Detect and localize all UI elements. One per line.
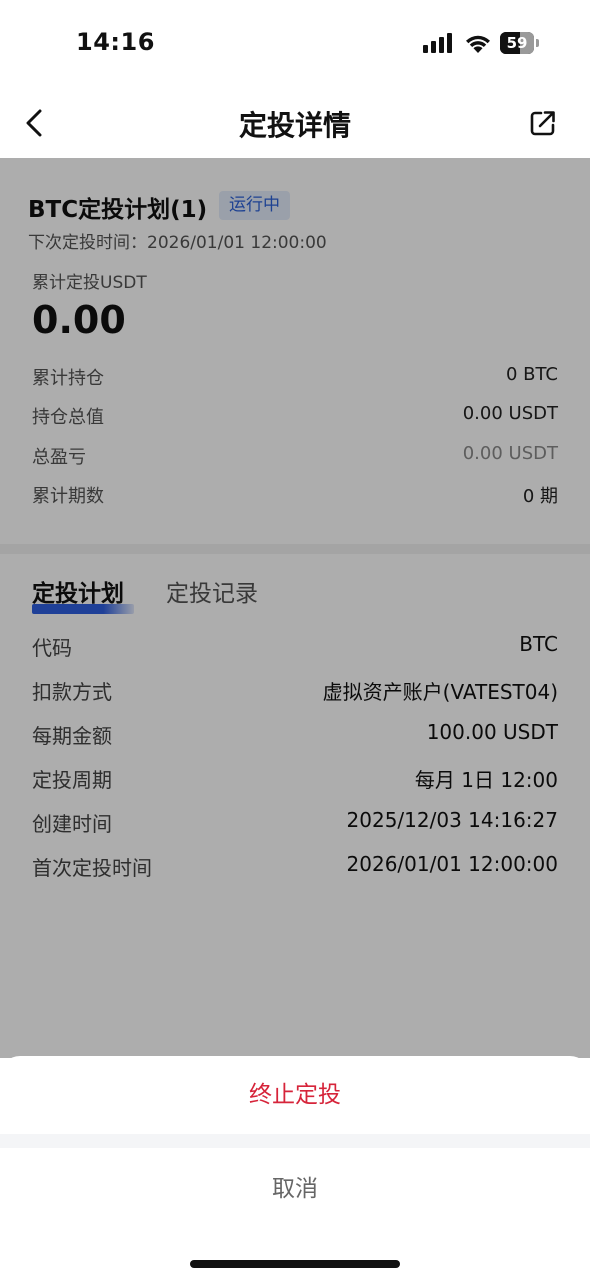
page-title: 定投详情 <box>238 109 351 142</box>
battery-percent: 59 <box>506 34 528 52</box>
cancel-button[interactable]: 取消 <box>0 1148 590 1230</box>
share-icon[interactable] <box>528 108 558 138</box>
cellular-signal-icon <box>423 33 452 53</box>
battery-nub <box>536 39 539 47</box>
modal-overlay[interactable] <box>0 158 590 1058</box>
home-indicator <box>190 1260 400 1268</box>
action-sheet-separator <box>0 1134 590 1148</box>
battery-icon: 59 <box>500 32 540 54</box>
status-time: 14:16 <box>76 28 155 56</box>
wifi-icon <box>466 35 490 53</box>
stop-plan-button[interactable]: 终止定投 <box>0 1056 590 1134</box>
